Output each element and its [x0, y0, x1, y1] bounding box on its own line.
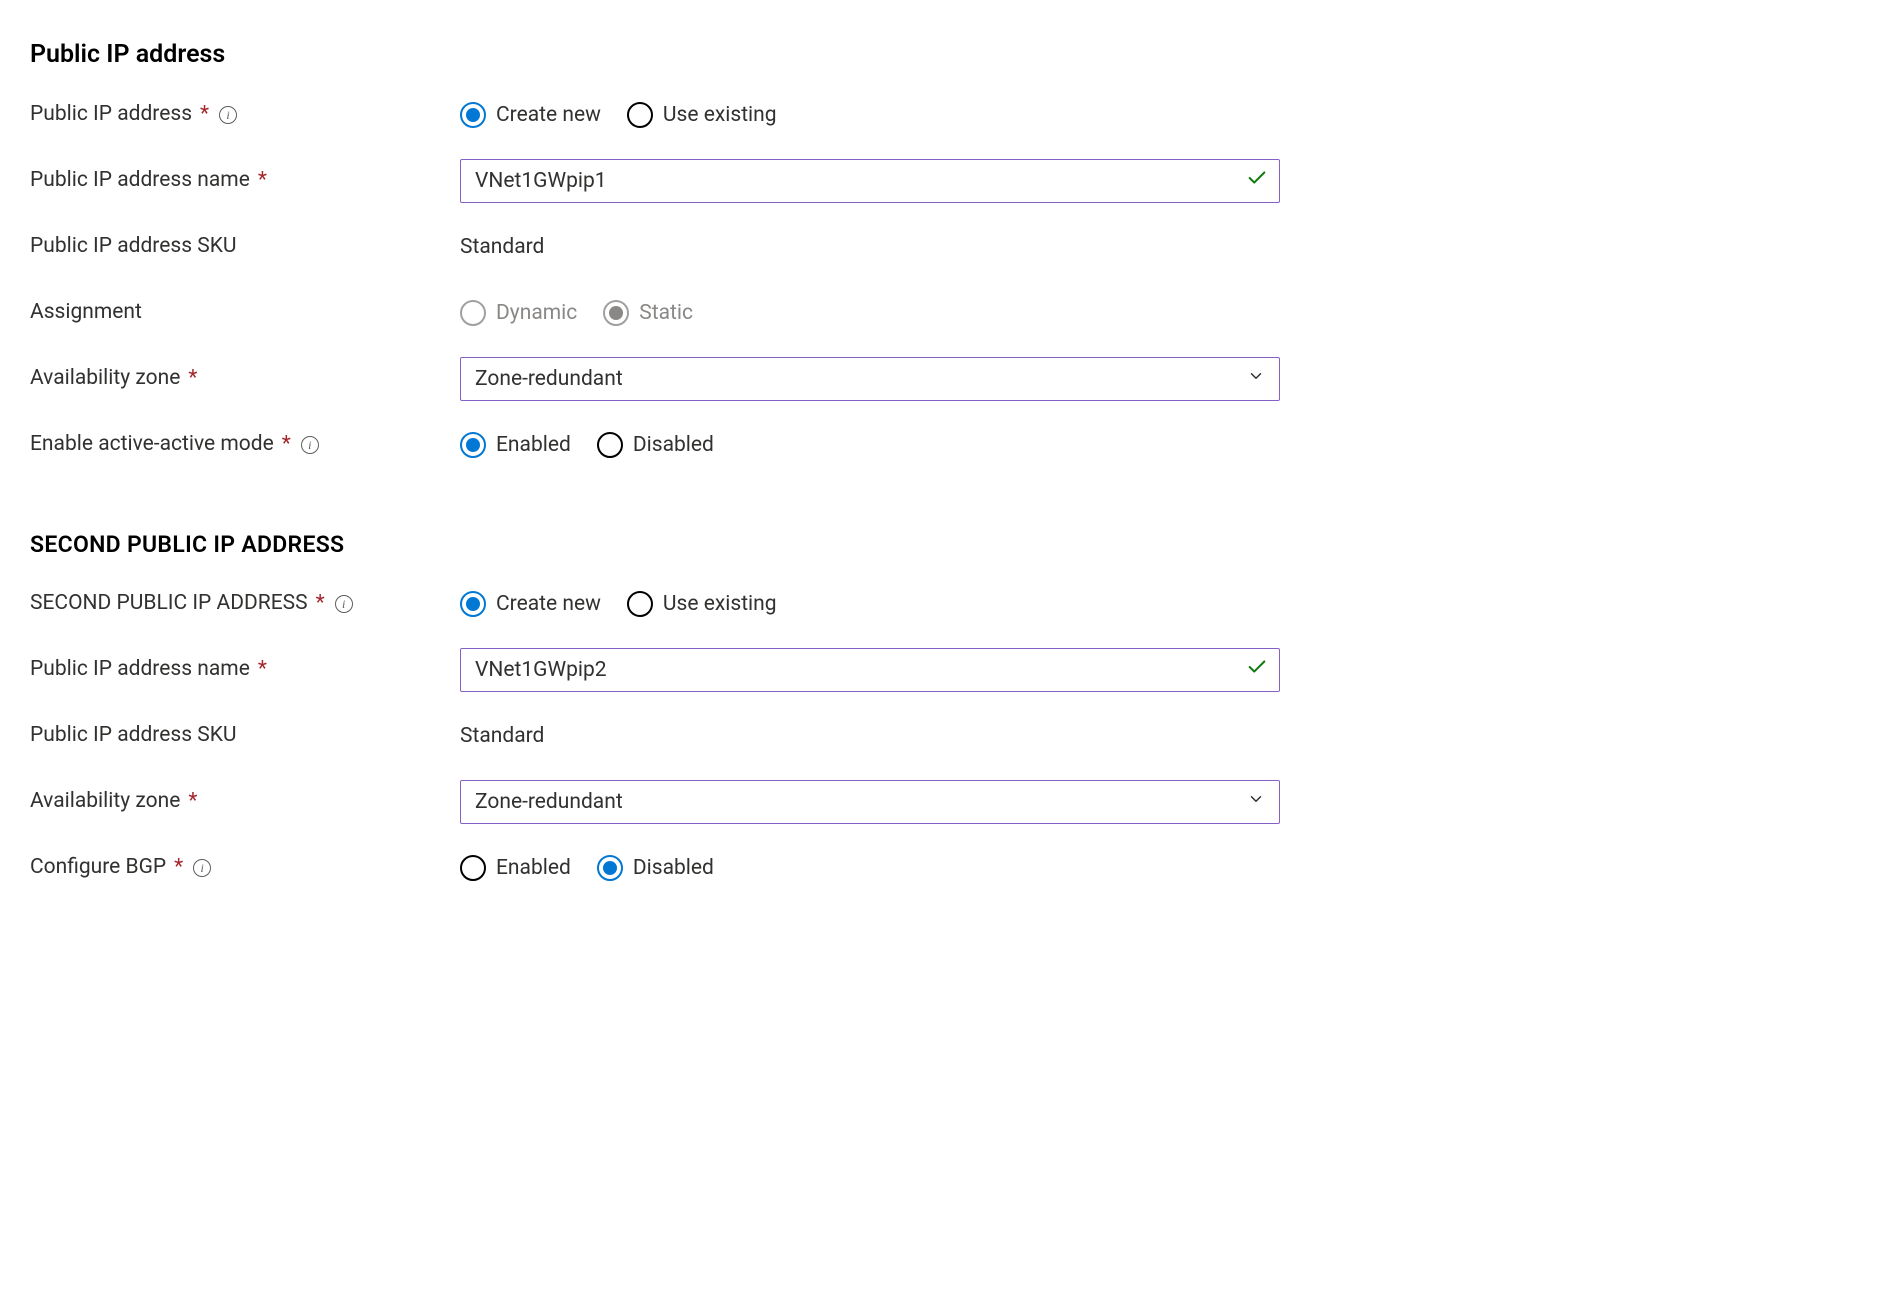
required-asterisk: *: [258, 656, 267, 683]
radio-label-use-existing-2: Use existing: [663, 592, 777, 616]
label-availability-zone-2: Availability zone *: [30, 788, 460, 815]
label-pip-sku: Public IP address SKU: [30, 233, 460, 260]
radio-circle-icon: [597, 432, 623, 458]
chevron-down-icon: [1247, 367, 1265, 391]
radio-label-bgp-enabled: Enabled: [496, 856, 571, 880]
info-icon[interactable]: i: [335, 595, 353, 613]
radio-label-disabled: Disabled: [633, 433, 714, 457]
radio-use-existing[interactable]: Use existing: [627, 102, 777, 128]
label-assignment: Assignment: [30, 299, 460, 326]
required-asterisk: *: [282, 431, 291, 458]
radio-create-new[interactable]: Create new: [460, 102, 601, 128]
label-text-public-ip-address: Public IP address: [30, 101, 192, 128]
chevron-down-icon: [1247, 790, 1265, 814]
radio-circle-icon: [627, 591, 653, 617]
radio-static: Static: [603, 300, 693, 326]
radio-group-bgp: Enabled Disabled: [460, 855, 714, 881]
label-text-availability-zone: Availability zone: [30, 365, 180, 392]
radio-circle-icon: [627, 102, 653, 128]
info-icon[interactable]: i: [193, 859, 211, 877]
radio-circle-icon: [460, 102, 486, 128]
required-asterisk: *: [200, 101, 209, 128]
label-text-pip-name-2: Public IP address name: [30, 656, 250, 683]
row-second-pip: SECOND PUBLIC IP ADDRESS * i Create new …: [30, 578, 1859, 630]
radio-bgp-disabled[interactable]: Disabled: [597, 855, 714, 881]
required-asterisk: *: [188, 788, 197, 815]
input-wrap-pip-name-2: [460, 648, 1280, 692]
required-asterisk: *: [188, 365, 197, 392]
info-icon[interactable]: i: [219, 106, 237, 124]
radio-group-active-active: Enabled Disabled: [460, 432, 714, 458]
radio-create-new-2[interactable]: Create new: [460, 591, 601, 617]
radio-bgp-enabled[interactable]: Enabled: [460, 855, 571, 881]
dropdown-value-availability-zone-2: Zone-redundant: [475, 790, 623, 814]
dropdown-value-availability-zone: Zone-redundant: [475, 367, 623, 391]
radio-label-create-new-2: Create new: [496, 592, 601, 616]
radio-label-bgp-disabled: Disabled: [633, 856, 714, 880]
row-public-ip-address: Public IP address * i Create new Use exi…: [30, 89, 1859, 141]
row-pip-name: Public IP address name *: [30, 155, 1859, 207]
label-text-availability-zone-2: Availability zone: [30, 788, 180, 815]
pip-name-input-2[interactable]: [460, 648, 1280, 692]
radio-circle-icon: [603, 300, 629, 326]
radio-enabled[interactable]: Enabled: [460, 432, 571, 458]
label-text-second-pip: SECOND PUBLIC IP ADDRESS: [30, 590, 308, 617]
row-availability-zone: Availability zone * Zone-redundant: [30, 353, 1859, 405]
radio-label-use-existing: Use existing: [663, 103, 777, 127]
radio-dynamic: Dynamic: [460, 300, 577, 326]
radio-group-assignment: Dynamic Static: [460, 300, 693, 326]
required-asterisk: *: [174, 854, 183, 881]
radio-circle-icon: [597, 855, 623, 881]
row-configure-bgp: Configure BGP * i Enabled Disabled: [30, 842, 1859, 894]
radio-label-static: Static: [639, 301, 693, 325]
label-text-configure-bgp: Configure BGP: [30, 854, 166, 881]
label-public-ip-address: Public IP address * i: [30, 101, 460, 128]
label-text-pip-sku: Public IP address SKU: [30, 233, 237, 260]
radio-group-public-ip: Create new Use existing: [460, 102, 777, 128]
label-text-assignment: Assignment: [30, 299, 142, 326]
radio-label-create-new: Create new: [496, 103, 601, 127]
required-asterisk: *: [316, 590, 325, 617]
row-pip-name-2: Public IP address name *: [30, 644, 1859, 696]
radio-group-second-pip: Create new Use existing: [460, 591, 777, 617]
radio-disabled[interactable]: Disabled: [597, 432, 714, 458]
pip-sku-value-2: Standard: [460, 724, 544, 748]
label-configure-bgp: Configure BGP * i: [30, 854, 460, 881]
row-assignment: Assignment Dynamic Static: [30, 287, 1859, 339]
label-pip-name: Public IP address name *: [30, 167, 460, 194]
label-availability-zone: Availability zone *: [30, 365, 460, 392]
radio-use-existing-2[interactable]: Use existing: [627, 591, 777, 617]
info-icon[interactable]: i: [301, 436, 319, 454]
availability-zone-dropdown[interactable]: Zone-redundant: [460, 357, 1280, 401]
label-second-pip: SECOND PUBLIC IP ADDRESS * i: [30, 590, 460, 617]
input-wrap-pip-name: [460, 159, 1280, 203]
label-text-pip-name: Public IP address name: [30, 167, 250, 194]
radio-label-enabled: Enabled: [496, 433, 571, 457]
radio-circle-icon: [460, 432, 486, 458]
pip-name-input[interactable]: [460, 159, 1280, 203]
row-pip-sku-2: Public IP address SKU Standard: [30, 710, 1859, 762]
checkmark-icon: [1246, 656, 1268, 684]
required-asterisk: *: [258, 167, 267, 194]
row-pip-sku: Public IP address SKU Standard: [30, 221, 1859, 273]
pip-sku-value: Standard: [460, 235, 544, 259]
radio-circle-icon: [460, 591, 486, 617]
label-pip-name-2: Public IP address name *: [30, 656, 460, 683]
label-active-active: Enable active-active mode * i: [30, 431, 460, 458]
row-availability-zone-2: Availability zone * Zone-redundant: [30, 776, 1859, 828]
radio-circle-icon: [460, 300, 486, 326]
label-pip-sku-2: Public IP address SKU: [30, 722, 460, 749]
section-heading-public-ip: Public IP address: [30, 40, 1859, 69]
checkmark-icon: [1246, 167, 1268, 195]
radio-label-dynamic: Dynamic: [496, 301, 577, 325]
row-active-active: Enable active-active mode * i Enabled Di…: [30, 419, 1859, 471]
label-text-pip-sku-2: Public IP address SKU: [30, 722, 237, 749]
section-heading-second-pip: SECOND PUBLIC IP ADDRESS: [30, 531, 1859, 558]
radio-circle-icon: [460, 855, 486, 881]
availability-zone-dropdown-2[interactable]: Zone-redundant: [460, 780, 1280, 824]
label-text-active-active: Enable active-active mode: [30, 431, 274, 458]
